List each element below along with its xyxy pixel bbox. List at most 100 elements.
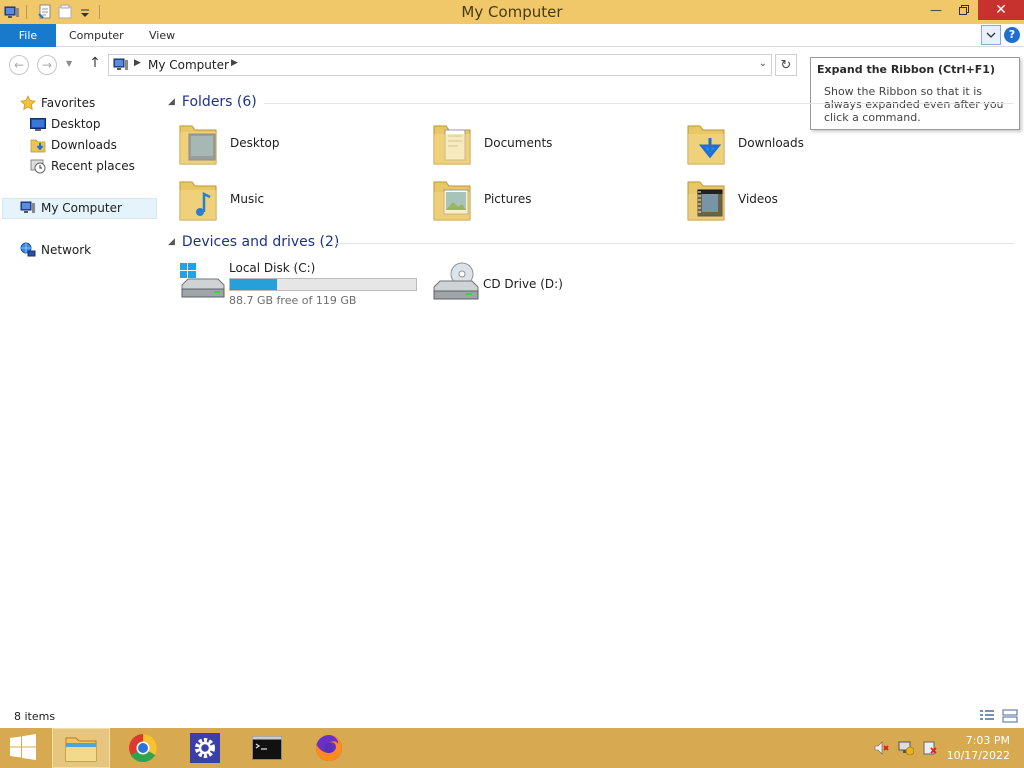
content-pane: ◢ Folders (6) Desktop Documents Download… — [160, 83, 1024, 703]
volume-muted-icon[interactable] — [874, 741, 890, 755]
expand-ribbon-button[interactable] — [981, 25, 1001, 45]
taskbar: 7:03 PM 10/17/2022 — [0, 728, 1024, 768]
refresh-icon: ↻ — [780, 57, 792, 73]
folder-tile-documents[interactable]: Documents — [432, 120, 552, 166]
forward-button[interactable]: → — [37, 55, 57, 75]
nav-label: Downloads — [51, 138, 117, 152]
folder-label: Documents — [484, 136, 553, 150]
ribbon-tabs: File Computer View ? — [0, 24, 1024, 47]
drive-tile-cd-drive[interactable]: CD Drive (D:) — [432, 261, 563, 307]
windows-logo-icon — [10, 734, 36, 760]
firefox-icon — [316, 735, 343, 761]
close-button[interactable]: ✕ — [978, 0, 1024, 20]
up-button[interactable]: ↑ — [88, 55, 102, 75]
network-status-icon[interactable] — [898, 741, 915, 756]
devices-group-title: Devices and drives (2) — [181, 234, 340, 250]
tab-view[interactable]: View — [149, 24, 175, 47]
folder-label: Music — [230, 192, 265, 206]
address-dropdown-icon[interactable]: ⌄ — [759, 58, 767, 69]
nav-favorites-downloads[interactable]: Downloads — [30, 137, 117, 153]
network-icon — [20, 242, 36, 258]
folder-tile-music[interactable]: Music — [178, 176, 264, 222]
minimize-icon: — — [930, 3, 942, 17]
minimize-button[interactable]: — — [922, 0, 950, 20]
qat-separator — [26, 5, 27, 19]
downloads-icon — [30, 137, 46, 153]
folder-label: Pictures — [484, 192, 532, 206]
collapse-chevron-icon: ◢ — [168, 97, 175, 107]
details-view-button[interactable] — [979, 709, 995, 723]
chevron-down-icon — [986, 32, 996, 38]
folder-tile-videos[interactable]: Videos — [686, 176, 778, 222]
restore-button[interactable] — [950, 0, 978, 20]
quick-access-toolbar — [0, 0, 106, 24]
nav-label: Recent places — [51, 159, 135, 173]
tooltip-title: Expand the Ribbon (Ctrl+F1) — [817, 63, 995, 76]
forward-arrow-icon: → — [41, 58, 53, 72]
taskbar-firefox[interactable] — [300, 728, 358, 768]
nav-label: My Computer — [41, 201, 122, 215]
devices-group-header[interactable]: ◢ Devices and drives (2) — [168, 234, 339, 250]
folder-tile-desktop[interactable]: Desktop — [178, 120, 280, 166]
folder-tile-downloads[interactable]: Downloads — [686, 120, 804, 166]
folder-tile-pictures[interactable]: Pictures — [432, 176, 532, 222]
tab-computer[interactable]: Computer — [69, 24, 124, 47]
breadcrumb-arrow-icon[interactable]: ▶ — [134, 58, 141, 68]
title-bar: My Computer — ✕ — [0, 0, 1024, 24]
settings-gear-icon — [190, 733, 220, 763]
start-button[interactable] — [8, 734, 40, 762]
file-explorer-icon — [65, 737, 97, 762]
videos-folder-icon — [686, 176, 726, 222]
help-button[interactable]: ? — [1004, 27, 1020, 43]
address-bar[interactable]: ▶ My Computer ▶ ⌄ — [108, 54, 772, 76]
tiles-view-button[interactable] — [1002, 709, 1018, 723]
computer-icon — [113, 58, 129, 72]
folder-label: Videos — [738, 192, 778, 206]
properties-icon[interactable] — [37, 4, 53, 20]
breadcrumb-arrow-icon[interactable]: ▶ — [231, 58, 238, 68]
tiles-view-icon — [1002, 709, 1018, 723]
window-title: My Computer — [461, 3, 563, 21]
recent-locations-button[interactable]: ▼ — [66, 59, 72, 68]
back-arrow-icon: ← — [13, 58, 25, 72]
group-divider — [335, 243, 1014, 244]
drive-info: Local Disk (C:) 88.7 GB free of 119 GB — [229, 261, 417, 307]
breadcrumb-my-computer[interactable]: My Computer — [148, 58, 229, 72]
nav-label: Network — [41, 243, 92, 257]
folders-group-header[interactable]: ◢ Folders (6) — [168, 94, 257, 110]
restore-icon — [959, 5, 969, 15]
taskbar-command-prompt[interactable] — [238, 728, 296, 768]
close-icon: ✕ — [995, 2, 1007, 18]
folder-label: Downloads — [738, 136, 804, 150]
taskbar-chrome[interactable] — [114, 728, 172, 768]
folders-group-title: Folders (6) — [181, 94, 257, 110]
computer-icon[interactable] — [4, 4, 20, 20]
nav-label: Desktop — [51, 117, 101, 131]
taskbar-file-explorer[interactable] — [52, 728, 110, 768]
tab-file[interactable]: File — [0, 24, 56, 47]
drive-usage-fill — [230, 279, 278, 290]
customize-toolbar-icon[interactable] — [77, 4, 93, 20]
command-prompt-icon — [252, 736, 282, 760]
qat-separator — [99, 5, 100, 19]
nav-favorites[interactable]: Favorites — [20, 95, 95, 111]
system-clock[interactable]: 7:03 PM 10/17/2022 — [947, 733, 1010, 763]
back-button[interactable]: ← — [9, 55, 29, 75]
nav-favorites-recent-places[interactable]: Recent places — [30, 158, 135, 174]
taskbar-settings[interactable] — [176, 728, 234, 768]
drive-tile-local-disk[interactable]: Local Disk (C:) 88.7 GB free of 119 GB — [178, 261, 417, 307]
new-folder-icon[interactable] — [57, 4, 73, 20]
music-folder-icon — [178, 176, 218, 222]
nav-network[interactable]: Network — [20, 242, 91, 258]
nav-favorites-desktop[interactable]: Desktop — [30, 116, 101, 132]
cd-drive-icon — [432, 261, 479, 307]
computer-icon — [20, 200, 36, 216]
refresh-button[interactable]: ↻ — [775, 54, 797, 76]
window-controls: — ✕ — [922, 0, 1024, 22]
nav-my-computer[interactable]: My Computer — [20, 200, 122, 216]
documents-folder-icon — [432, 120, 472, 166]
navigation-pane: Favorites Desktop Downloads Recent place… — [0, 83, 160, 703]
desktop-folder-icon — [178, 120, 218, 166]
action-center-icon[interactable] — [922, 741, 938, 755]
chrome-icon — [129, 734, 157, 762]
